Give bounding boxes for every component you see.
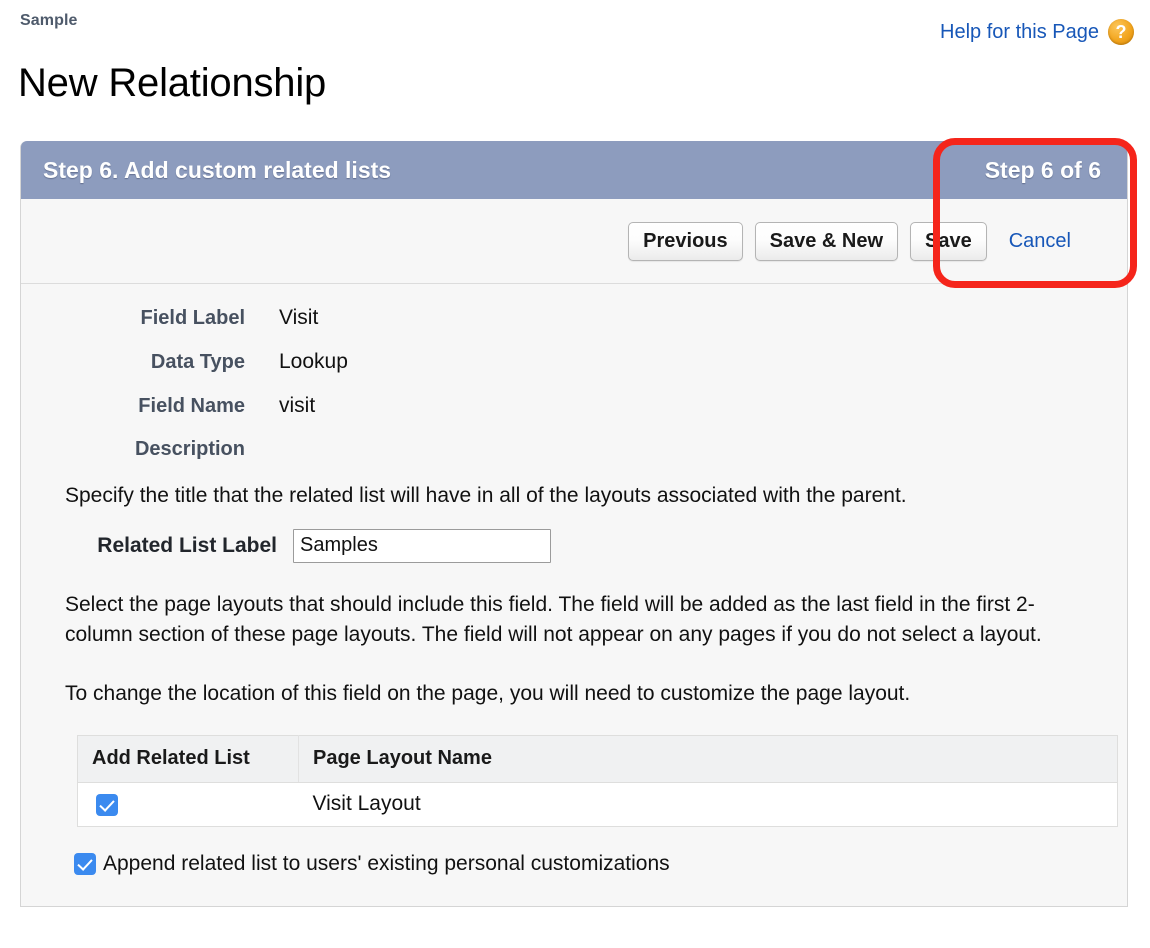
field-row-data-type: Data Type Lookup: [21, 350, 1127, 374]
cancel-link[interactable]: Cancel: [1009, 230, 1071, 253]
table-header-row: Add Related List Page Layout Name: [77, 735, 1118, 784]
field-name-caption: Field Name: [138, 395, 245, 417]
field-row-description: Description: [21, 438, 1127, 461]
related-list-label-input[interactable]: [293, 528, 551, 563]
breadcrumb: Sample: [20, 12, 78, 29]
column-header-page-layout-name: Page Layout Name: [298, 735, 1118, 784]
step-header-bar: Step 6. Add custom related lists Step 6 …: [21, 141, 1127, 199]
related-list-label-caption: Related List Label: [97, 533, 277, 557]
cell-add-related-list: [77, 782, 299, 827]
help-for-this-page-link[interactable]: Help for this Page: [940, 21, 1099, 44]
wizard-card: Step 6. Add custom related lists Step 6 …: [20, 141, 1128, 908]
step-title: Step 6. Add custom related lists: [43, 156, 392, 183]
column-header-add-related-list: Add Related List: [77, 735, 299, 784]
step-counter: Step 6 of 6: [984, 156, 1101, 183]
save-button[interactable]: Save: [910, 221, 987, 261]
wizard-body: Field Label Visit Data Type Lookup Field…: [21, 284, 1127, 906]
cell-page-layout-name: Visit Layout: [298, 782, 1118, 827]
description-caption: Description: [134, 438, 245, 460]
related-list-label-row: Related List Label: [21, 528, 1127, 563]
append-related-list-row: Append related list to users' existing p…: [74, 852, 1127, 876]
related-list-instruction: Specify the title that the related list …: [65, 484, 907, 507]
field-label-value: Visit: [279, 306, 319, 329]
data-type-caption: Data Type: [150, 351, 245, 373]
page-layout-table: Add Related List Page Layout Name Visit …: [77, 735, 1118, 828]
field-name-value: visit: [279, 394, 316, 417]
append-related-list-checkbox[interactable]: [74, 853, 96, 876]
page-header: Sample New Relationship Help for this Pa…: [0, 0, 1150, 118]
field-row-field-label: Field Label Visit: [21, 306, 1127, 330]
field-row-field-name: Field Name visit: [21, 394, 1127, 418]
previous-button[interactable]: Previous: [628, 221, 743, 261]
layout-instruction-paragraph-1: Select the page layouts that should incl…: [65, 592, 1042, 646]
save-and-new-button[interactable]: Save & New: [754, 221, 899, 261]
page-title: New Relationship: [18, 60, 327, 105]
layout-instruction-paragraph-2: To change the location of this field on …: [65, 682, 911, 706]
add-related-list-checkbox[interactable]: [96, 793, 118, 816]
question-mark-help-icon[interactable]: ?: [1108, 19, 1134, 45]
wizard-toolbar: Previous Save & New Save Cancel: [21, 199, 1127, 284]
field-label-caption: Field Label: [140, 307, 245, 329]
help-area: Help for this Page ?: [940, 19, 1134, 45]
append-related-list-label: Append related list to users' existing p…: [103, 852, 670, 876]
data-type-value: Lookup: [279, 350, 348, 373]
table-row: Visit Layout: [77, 782, 1118, 827]
